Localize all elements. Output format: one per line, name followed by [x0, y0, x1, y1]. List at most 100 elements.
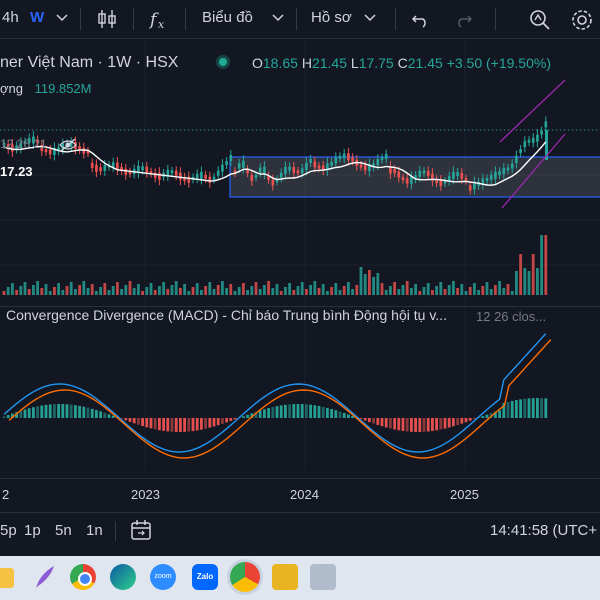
- candle-body: [510, 163, 514, 169]
- candle-body: [351, 157, 354, 162]
- volume-bar: [464, 291, 468, 295]
- macd-title[interactable]: Convergence Divergence (MACD) - Chỉ báo …: [6, 307, 447, 323]
- zalo-icon[interactable]: Zalo: [192, 564, 218, 590]
- svg-text:x: x: [158, 18, 165, 30]
- calendar-icon[interactable]: [130, 519, 152, 541]
- volume-bar: [330, 287, 333, 295]
- price-chart[interactable]: [0, 40, 600, 470]
- volume-bar: [338, 290, 342, 295]
- macd-histogram-bar: [443, 418, 447, 429]
- chevron-down-icon[interactable]: [362, 10, 384, 32]
- macd-histogram-bar: [288, 404, 291, 418]
- volume-bar: [162, 282, 165, 295]
- volume-bar: [27, 289, 31, 295]
- range-button[interactable]: 5n: [55, 522, 72, 539]
- candle-body: [174, 170, 178, 176]
- bottom-range-bar: 5p 1p 5n 1n 14:41:58 (UTC+: [0, 512, 600, 549]
- macd-histogram-bar: [195, 418, 199, 431]
- macd-histogram-bar: [137, 418, 140, 425]
- volume-bar: [296, 286, 300, 295]
- candle-body: [99, 167, 102, 172]
- macd-histogram-bar: [531, 398, 535, 418]
- candle-body: [90, 162, 94, 168]
- indicators-fx-icon[interactable]: f x: [148, 8, 170, 30]
- range-button[interactable]: 1n: [86, 522, 103, 539]
- macd-histogram-bar: [103, 412, 107, 418]
- candle-body: [426, 170, 430, 176]
- search-replay-icon[interactable]: [528, 8, 550, 30]
- volume-bar: [132, 288, 136, 295]
- interval-weekly-active[interactable]: W: [30, 9, 44, 26]
- macd-histogram-bar: [233, 418, 237, 420]
- chrome-profile-icon[interactable]: [230, 562, 260, 592]
- macd-histogram-bar: [326, 407, 329, 418]
- redo-icon[interactable]: [452, 8, 474, 30]
- interval-4h[interactable]: 4h: [2, 9, 19, 26]
- macd-layer: [2, 333, 552, 459]
- volume-bar: [384, 290, 388, 295]
- chevron-down-icon[interactable]: [270, 10, 292, 32]
- macd-histogram-bar: [258, 410, 262, 418]
- candle-body: [485, 178, 489, 181]
- candle-body: [410, 176, 413, 184]
- volume-bar: [431, 290, 434, 295]
- macd-histogram-bar: [498, 410, 501, 418]
- macd-histogram-bar: [204, 418, 207, 429]
- candle-body: [284, 166, 287, 174]
- volume-bar: [225, 288, 228, 295]
- gear-icon[interactable]: [570, 8, 592, 30]
- macd-histogram-bar: [363, 418, 367, 421]
- hide-indicator-icon[interactable]: [58, 137, 78, 153]
- volume-bar: [90, 284, 94, 295]
- macd-histogram-bar: [69, 404, 73, 418]
- volume-bar: [32, 285, 35, 295]
- feather-icon[interactable]: [32, 564, 58, 590]
- chart-grid: [0, 40, 600, 470]
- macd-histogram-bar: [124, 418, 128, 421]
- folder-icon[interactable]: [0, 568, 14, 588]
- candlestick-icon[interactable]: [96, 8, 118, 30]
- macd-histogram-bar: [397, 418, 401, 431]
- chevron-down-icon[interactable]: [54, 10, 76, 32]
- volume-bar: [258, 289, 262, 295]
- volume-bar: [149, 283, 153, 295]
- edge-icon[interactable]: [110, 564, 136, 590]
- macd-histogram-bar: [515, 400, 518, 418]
- volume-bar: [515, 271, 518, 295]
- volume-bar: [233, 291, 237, 295]
- volume-bar: [372, 277, 375, 295]
- volume-bar: [48, 291, 52, 295]
- chart-type-menu[interactable]: Biểu đồ: [202, 9, 253, 26]
- clock-timezone[interactable]: 14:41:58 (UTC+: [490, 522, 597, 539]
- volume-bar: [145, 287, 149, 295]
- volume-bar: [95, 291, 98, 295]
- profile-menu[interactable]: Hồ sơ: [311, 9, 352, 26]
- macd-histogram-bar: [27, 408, 31, 418]
- snipping-icon[interactable]: [310, 564, 336, 590]
- range-button[interactable]: 5p: [0, 522, 17, 539]
- volume-bar: [317, 288, 321, 295]
- range-button[interactable]: 1p: [24, 522, 41, 539]
- volume-bar: [6, 287, 10, 295]
- toolbar-divider: [133, 8, 134, 30]
- macd-histogram-bar: [523, 398, 527, 418]
- volume-bar: [498, 281, 501, 295]
- macd-histogram-bar: [519, 399, 522, 418]
- volume-bar: [292, 290, 296, 295]
- macd-histogram-bar: [414, 418, 417, 432]
- volume-bar: [452, 281, 455, 295]
- chrome-icon[interactable]: [70, 564, 96, 590]
- macd-histogram-bar: [372, 418, 375, 424]
- undo-icon[interactable]: [410, 8, 432, 30]
- candle-body: [519, 149, 522, 154]
- volume-bar: [57, 283, 60, 295]
- zoom-icon[interactable]: zoom: [150, 564, 176, 590]
- macd-histogram-bar: [61, 404, 65, 418]
- candle-body: [313, 161, 317, 168]
- volume-bar: [443, 289, 447, 295]
- lock-icon[interactable]: [272, 564, 298, 590]
- candle-body: [468, 185, 472, 191]
- volume-bar: [494, 285, 497, 295]
- macd-histogram-bar: [342, 412, 346, 418]
- macd-histogram-bar: [275, 406, 279, 418]
